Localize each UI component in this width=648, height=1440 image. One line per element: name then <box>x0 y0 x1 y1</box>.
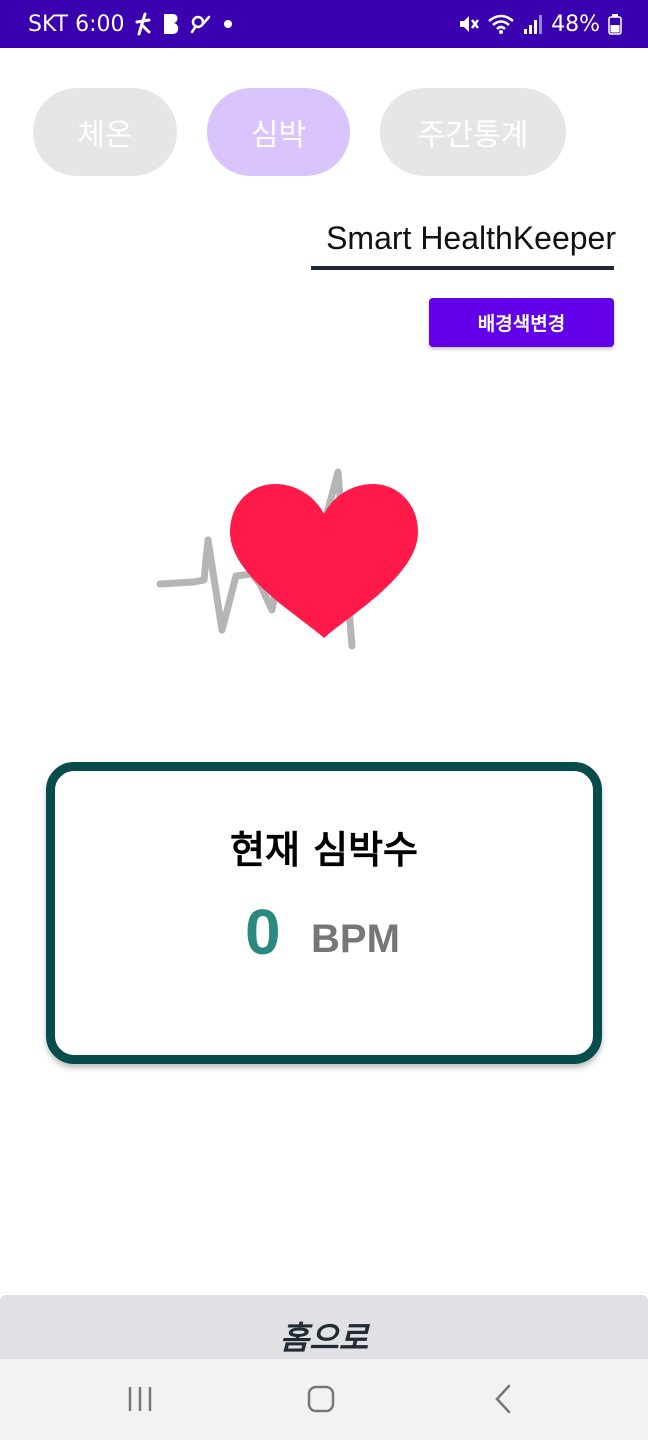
wifi-icon <box>487 13 515 35</box>
tab-weekly-stats[interactable]: 주간통계 <box>380 88 566 176</box>
heart-icon <box>230 484 418 638</box>
status-bar: SKT 6:00 48% <box>0 0 648 48</box>
home-button-label: 홈으로 <box>279 1319 369 1357</box>
link-icon <box>189 12 213 36</box>
change-background-button[interactable]: 배경색변경 <box>429 298 614 347</box>
carrier-time: SKT 6:00 <box>28 11 125 37</box>
bpm-unit: BPM <box>311 917 400 961</box>
signal-icon <box>523 13 543 35</box>
heart-rate-card: 현재 심박수 0 BPM <box>46 762 602 1064</box>
back-icon[interactable] <box>483 1379 523 1419</box>
status-left: SKT 6:00 <box>28 0 235 48</box>
battery-percent: 48% <box>551 11 600 37</box>
tab-heart-rate[interactable]: 심박 <box>207 88 350 176</box>
heart-rate-title: 현재 심박수 <box>229 828 419 872</box>
app-title: Smart HealthKeeper <box>326 220 616 256</box>
tab-temperature[interactable]: 체온 <box>33 88 177 176</box>
dot-icon <box>221 17 235 31</box>
navigation-bar <box>0 1359 648 1440</box>
figure-icon <box>133 12 153 36</box>
mute-icon <box>457 13 480 35</box>
recent-apps-icon[interactable] <box>120 1379 160 1419</box>
bpm-value: 0 <box>245 896 281 968</box>
heart-pulse-illustration <box>150 460 430 660</box>
home-icon[interactable] <box>301 1379 341 1419</box>
title-underline <box>311 266 614 270</box>
battery-icon <box>608 13 622 35</box>
home-button[interactable]: 홈으로 <box>0 1295 648 1359</box>
tab-temperature-label: 체온 <box>77 118 133 153</box>
change-background-label: 배경색변경 <box>477 313 566 335</box>
b-app-icon <box>161 12 181 36</box>
tab-heart-rate-label: 심박 <box>250 118 307 153</box>
status-right: 48% <box>457 0 622 48</box>
tab-weekly-stats-label: 주간통계 <box>417 118 529 153</box>
